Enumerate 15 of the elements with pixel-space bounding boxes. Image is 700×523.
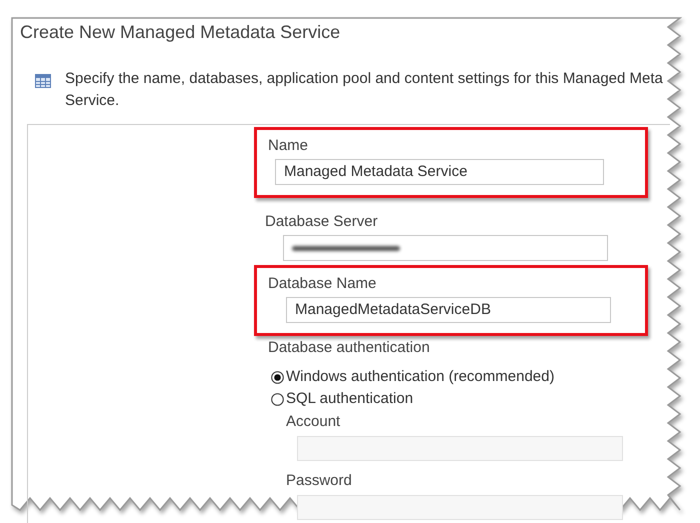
input-field[interactable] [283,235,608,261]
input-field[interactable]: ManagedMetadataServiceDB [286,297,611,323]
field-label: Database Name [268,274,378,294]
field-label: Name [268,136,310,156]
page-title: Create New Managed Metadata Service [20,21,342,44]
radio-label[interactable]: SQL authentication [286,388,414,410]
radio-label[interactable]: Windows authentication (recommended) [286,366,554,388]
field-label: Account [286,412,342,432]
description-text: Specify the name, databases, application pool and content settings for this Managed Meta [65,69,663,89]
input-field[interactable]: Managed Metadata Service [275,159,604,185]
field-label: Password [286,471,353,491]
table-icon [35,74,51,88]
description-text: Service. [65,91,120,111]
field-label: Database Server [265,212,379,232]
section-label: Database authentication [268,338,431,358]
